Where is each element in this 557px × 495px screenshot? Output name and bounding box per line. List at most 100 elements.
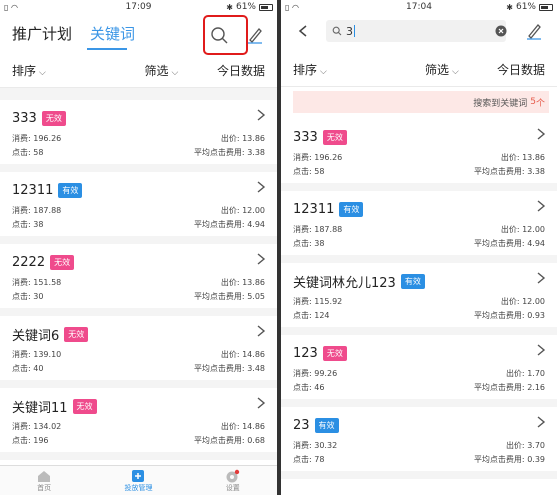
bid-value: 12.00 — [242, 206, 265, 215]
stats-row: 点击: 78 平均点击费用: 0.39 — [293, 455, 545, 465]
spend-label: 消费: — [12, 134, 31, 143]
bid-value: 14.86 — [242, 350, 265, 359]
avg-cpc-value: 4.94 — [247, 220, 265, 229]
sort-dropdown[interactable]: 排序 ⌵ — [12, 62, 46, 79]
today-data-label: 今日数据 — [496, 63, 545, 77]
chevron-right-icon[interactable] — [535, 415, 547, 429]
list-item[interactable]: 12311 有效 消费: 187.88 出价: 12.00 点击: 38 平均点… — [0, 172, 277, 244]
item-header: 333 无效 — [293, 125, 545, 149]
stats-row: 点击: 30 平均点击费用: 5.05 — [12, 292, 265, 302]
spend-value: 151.58 — [33, 278, 62, 287]
clicks-label: 点击: — [293, 239, 312, 248]
item-header: 关键词林允儿123 有效 — [293, 269, 545, 293]
spend-value: 196.26 — [314, 153, 343, 162]
search-header: 3 — [281, 14, 557, 48]
clicks-label: 点击: — [293, 311, 312, 320]
chevron-right-icon[interactable] — [535, 343, 547, 357]
chevron-right-icon[interactable] — [255, 252, 267, 266]
tab-settings[interactable]: 设置 — [225, 469, 241, 493]
list-item[interactable]: 333 无效 消费: 196.26 出价: 13.86 点击: 58 平均点击费… — [281, 119, 557, 191]
keyword-name: 12311 — [12, 182, 54, 198]
clicks-label: 点击: — [12, 220, 31, 229]
clicks-value: 38 — [33, 220, 44, 229]
list-item[interactable]: 关键词6 无效 消费: 139.10 出价: 14.86 点击: 40 平均点击… — [0, 316, 277, 388]
keyword-name: 333 — [12, 110, 37, 126]
clicks-value: 46 — [314, 383, 325, 392]
filter-dropdown[interactable]: 筛选 ⌵ — [144, 62, 178, 79]
status-badge: 无效 — [322, 345, 347, 361]
back-arrow-icon[interactable] — [297, 24, 309, 38]
list-item[interactable]: 333 无效 消费: 196.26 出价: 13.86 点击: 58 平均点击费… — [0, 100, 277, 172]
avg-cpc-label: 平均点击费用: — [193, 436, 245, 445]
stats-row: 点击: 38 平均点击费用: 4.94 — [12, 220, 265, 230]
avg-cpc-label: 平均点击费用: — [193, 148, 245, 157]
spend-value: 115.92 — [314, 297, 343, 306]
campaign-icon — [132, 469, 145, 482]
clicks-value: 124 — [314, 311, 330, 320]
tab-home[interactable]: 首页 — [36, 469, 52, 493]
chevron-right-icon[interactable] — [535, 199, 547, 213]
bid-value: 3.70 — [527, 441, 545, 450]
filter-label: 筛选 — [424, 63, 449, 77]
keyword-name: 关键词6 — [12, 328, 60, 344]
list-item[interactable]: 关键词林允儿123 有效 消费: 115.92 出价: 12.00 点击: 12… — [281, 263, 557, 335]
bid-value: 14.86 — [242, 422, 265, 431]
bluetooth-icon: ✱ — [506, 2, 513, 12]
clicks-value: 196 — [33, 436, 49, 445]
avg-cpc-label: 平均点击费用: — [473, 311, 525, 320]
search-result-banner: 搜索到关键词 5 个 — [293, 91, 549, 113]
chevron-right-icon[interactable] — [255, 396, 267, 410]
chevron-right-icon[interactable] — [535, 271, 547, 285]
tab-plans[interactable]: 推广计划 — [12, 23, 72, 44]
search-result-list: 333 无效 消费: 196.26 出价: 13.86 点击: 58 平均点击费… — [281, 119, 557, 479]
tab-home-label: 首页 — [37, 483, 52, 492]
filter-bar: 排序 ⌵ 筛选 ⌵ 今日数据 — [0, 54, 277, 88]
tab-campaign-manage[interactable]: 投放管理 — [124, 469, 152, 493]
bid-label: 出价: — [220, 350, 240, 359]
avg-cpc-value: 0.39 — [527, 455, 545, 464]
list-item[interactable]: 123 无效 消费: 99.26 出价: 1.70 点击: 46 平均点击费用:… — [281, 335, 557, 407]
chevron-right-icon[interactable] — [535, 127, 547, 141]
status-badge: 有效 — [400, 273, 425, 289]
battery-percent: 61% — [515, 2, 536, 12]
chevron-right-icon[interactable] — [255, 108, 267, 122]
keyword-name: 12311 — [293, 201, 335, 217]
battery-icon — [539, 3, 553, 11]
bluetooth-icon: ✱ — [226, 2, 233, 12]
sort-label: 排序 — [293, 63, 318, 77]
chevron-right-icon[interactable] — [255, 180, 267, 194]
avg-cpc-label: 平均点击费用: — [473, 167, 525, 176]
clicks-value: 58 — [314, 167, 325, 176]
found-unit: 个 — [535, 98, 545, 109]
status-badge: 有效 — [314, 417, 339, 433]
tab-keywords[interactable]: 关键词 — [90, 23, 135, 44]
clicks-label: 点击: — [293, 167, 312, 176]
search-input[interactable]: 3 — [326, 20, 506, 42]
spend-label: 消费: — [12, 206, 31, 215]
filter-dropdown[interactable]: 筛选 ⌵ — [425, 61, 459, 78]
spend-label: 消费: — [293, 153, 312, 162]
sort-dropdown[interactable]: 排序 ⌵ — [293, 61, 327, 78]
clear-icon[interactable] — [495, 25, 507, 37]
list-item[interactable]: 关键词11 无效 消费: 134.02 出价: 14.86 点击: 196 平均… — [0, 388, 277, 460]
stats-row: 消费: 151.58 出价: 13.86 — [12, 278, 265, 288]
spend-value: 139.10 — [33, 350, 62, 359]
stats-row: 消费: 187.88 出价: 12.00 — [12, 206, 265, 216]
chevron-right-icon[interactable] — [255, 324, 267, 338]
bid-label: 出价: — [500, 153, 520, 162]
list-item[interactable]: 23 有效 消费: 30.32 出价: 3.70 点击: 78 平均点击费用: … — [281, 407, 557, 479]
list-item[interactable]: 2222 无效 消费: 151.58 出价: 13.86 点击: 30 平均点击… — [0, 244, 277, 316]
bid-value: 13.86 — [522, 153, 545, 162]
bid-label: 出价: — [220, 134, 240, 143]
clicks-value: 58 — [33, 148, 44, 157]
list-item[interactable]: 12311 有效 消费: 187.88 出价: 12.00 点击: 38 平均点… — [281, 191, 557, 263]
stats-row: 点击: 58 平均点击费用: 3.38 — [12, 148, 265, 158]
filter-label: 筛选 — [144, 64, 169, 78]
avg-cpc-label: 平均点击费用: — [473, 383, 525, 392]
spend-value: 30.32 — [314, 441, 338, 450]
item-header: 关键词11 无效 — [12, 394, 265, 418]
avg-cpc-value: 3.38 — [247, 148, 265, 157]
edit-icon[interactable] — [523, 20, 545, 42]
item-header: 关键词6 无效 — [12, 322, 265, 346]
search-value: 3 — [346, 24, 353, 38]
